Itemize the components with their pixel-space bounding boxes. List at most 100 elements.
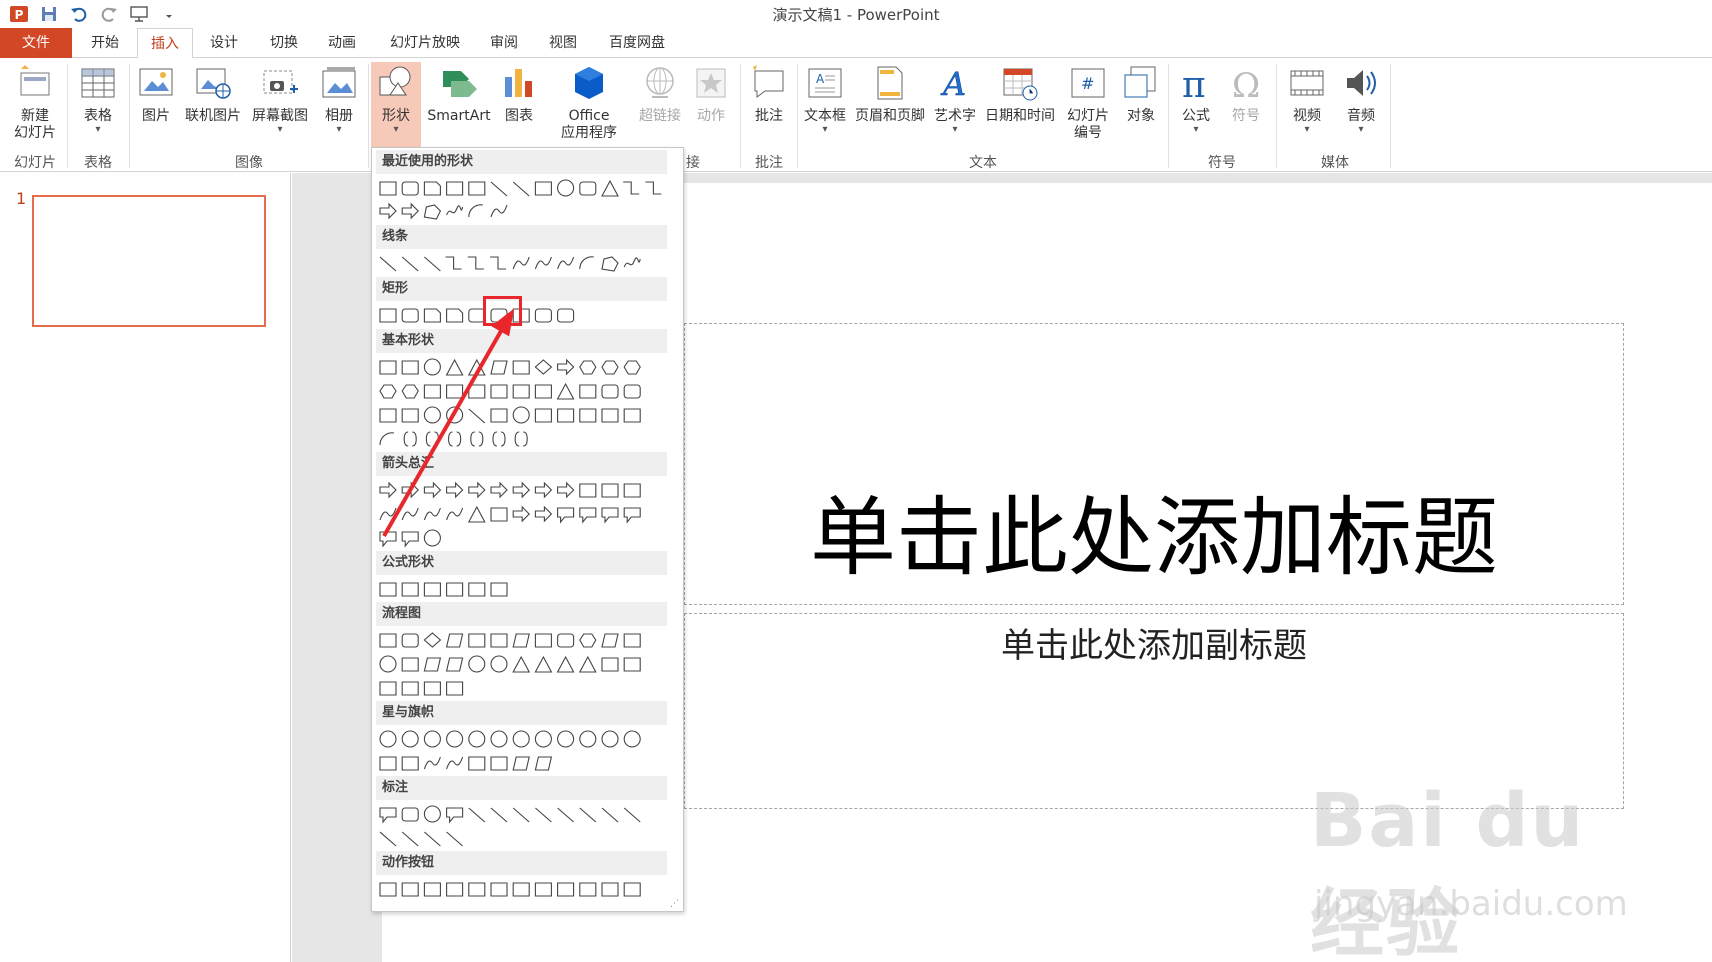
shape-row[interactable] (378, 479, 669, 501)
shape-nosign[interactable] (446, 406, 464, 424)
shape-linecallout1[interactable] (468, 807, 486, 823)
shape-linecallout3[interactable] (512, 807, 530, 823)
shape-pent[interactable] (557, 358, 575, 376)
shape-blockarc[interactable] (468, 408, 486, 424)
shape-delay[interactable] (623, 657, 641, 672)
shape-round[interactable] (401, 308, 419, 323)
shape-bentarrow[interactable] (557, 481, 575, 499)
shape-leftcallout[interactable] (601, 507, 619, 524)
shape-internal[interactable] (490, 633, 508, 648)
shape-vscroll[interactable] (468, 756, 486, 771)
slide-number-button[interactable]: # 幻灯片 编号 (1060, 62, 1116, 152)
shape-curvedright[interactable] (379, 507, 397, 521)
shape-star12[interactable] (557, 730, 575, 748)
shape-lbracket[interactable] (448, 431, 462, 447)
shape-freeform[interactable] (601, 256, 619, 272)
shape-leftarrow[interactable] (401, 481, 419, 499)
shape-diamond[interactable] (423, 632, 442, 648)
shape-smiley[interactable] (512, 406, 530, 424)
shape-curvedouble[interactable] (557, 256, 575, 270)
shape-document[interactable] (512, 633, 530, 648)
shape-manualop[interactable] (623, 633, 641, 648)
shape-textbox[interactable] (379, 360, 397, 375)
shape-hex[interactable] (579, 633, 597, 648)
shape-oct[interactable] (623, 360, 641, 375)
shape-row[interactable] (378, 578, 669, 600)
tab-home[interactable]: 开始 (76, 28, 134, 58)
shape-para[interactable] (490, 360, 508, 375)
shape-magdisk[interactable] (401, 681, 419, 696)
shape-linecallout3d[interactable] (446, 831, 463, 847)
shape-stripedright[interactable] (467, 505, 486, 523)
shape-collate[interactable] (512, 655, 531, 673)
shape-trap[interactable] (512, 360, 530, 375)
tab-review[interactable]: 审阅 (476, 28, 532, 58)
shape-mathmult[interactable] (423, 582, 441, 597)
shape-manualinput[interactable] (601, 633, 619, 648)
shape-line[interactable] (490, 181, 508, 197)
wordart-button[interactable]: A 艺术字 ▾ (930, 62, 980, 152)
shape-arc[interactable] (579, 256, 594, 270)
shape-rect[interactable] (379, 181, 397, 196)
shape-downarrow[interactable] (446, 481, 464, 499)
shape-donut[interactable] (423, 406, 441, 424)
shape-elbowarrow[interactable] (645, 181, 662, 195)
resize-grip-icon[interactable]: ⋰ (670, 899, 680, 909)
table-button[interactable]: 表格 ▾ (70, 62, 126, 152)
shape-ovalcallout[interactable] (423, 805, 441, 823)
shape-elbow[interactable] (623, 181, 640, 195)
shape-lrcallout[interactable] (379, 531, 397, 548)
shape-curvedup[interactable] (423, 507, 441, 521)
shape-snip[interactable] (423, 181, 441, 196)
shape-downarrow[interactable] (401, 202, 419, 220)
shape-pentarrow[interactable] (512, 505, 530, 523)
shape-vtext[interactable] (401, 360, 419, 375)
shape-lrarrow[interactable] (468, 481, 486, 499)
shape-row[interactable] (378, 878, 669, 900)
shape-frame[interactable] (490, 384, 508, 399)
shape-tear[interactable] (468, 384, 486, 399)
shape-ribbondown[interactable] (401, 756, 419, 771)
shape-star4[interactable] (423, 730, 441, 748)
shape-or[interactable] (490, 655, 508, 673)
shape-arc[interactable] (379, 432, 395, 446)
shape-plus[interactable] (579, 384, 597, 399)
shape-curvedribbonup[interactable] (423, 756, 441, 770)
shape-circulararrow[interactable] (423, 529, 441, 547)
shape-elbowdouble[interactable] (490, 256, 506, 270)
shape-rtri[interactable] (467, 358, 486, 376)
shape-row[interactable] (378, 177, 669, 199)
shape-rect[interactable] (534, 181, 552, 196)
shape-moon[interactable] (601, 408, 619, 423)
shape-dodec[interactable] (401, 384, 419, 399)
shape-lrudarrow[interactable] (534, 481, 553, 499)
shape-row[interactable] (378, 252, 669, 274)
shape-heart[interactable] (534, 408, 552, 423)
shape-mathequal[interactable] (468, 582, 486, 597)
shape-rect[interactable] (379, 633, 397, 648)
shape-round[interactable] (579, 181, 597, 196)
shape-linecallout2d[interactable] (424, 831, 441, 847)
tab-animations[interactable]: 动画 (314, 28, 370, 58)
shape-tri[interactable] (445, 358, 464, 376)
object-button[interactable]: 对象 (1118, 62, 1164, 152)
shape-line[interactable] (379, 256, 397, 272)
shape-explosion1[interactable] (379, 730, 397, 748)
shape-oval[interactable] (423, 358, 441, 376)
shape-curvearrow[interactable] (534, 256, 552, 270)
shape-extract[interactable] (556, 655, 575, 673)
shape-linecallout2c[interactable] (623, 807, 641, 823)
shape-storeddata[interactable] (601, 657, 619, 672)
shape-diagstripe[interactable] (556, 382, 575, 400)
shape-linecallout2b[interactable] (557, 807, 574, 823)
tab-slideshow[interactable]: 幻灯片放映 (378, 28, 472, 58)
header-footer-button[interactable]: 页眉和页脚 (852, 62, 928, 152)
shape-roundcallout[interactable] (401, 807, 419, 822)
shape-uparrow[interactable] (423, 481, 442, 499)
shape-sumjunction[interactable] (468, 655, 486, 673)
comment-button[interactable]: 批注 (746, 62, 792, 152)
shape-quadcallout[interactable] (401, 531, 419, 548)
shape-row[interactable] (378, 380, 669, 402)
shape-abback[interactable] (379, 882, 397, 897)
hyperlink-button[interactable]: 超链接 (634, 62, 686, 152)
